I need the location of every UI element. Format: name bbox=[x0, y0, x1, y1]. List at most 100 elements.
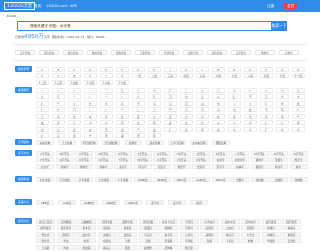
category-item[interactable]: 苏轼 bbox=[138, 238, 158, 243]
category-item[interactable]: 风 bbox=[148, 120, 161, 125]
category-label[interactable]: 汉字大全 bbox=[15, 150, 32, 156]
category-item[interactable]: 罒 bbox=[132, 126, 145, 132]
category-item[interactable]: 弋 bbox=[132, 100, 145, 106]
nav-link-app[interactable]: APP bbox=[70, 4, 77, 8]
category-item[interactable]: A bbox=[36, 66, 49, 72]
category-item[interactable]: 怀古诗 bbox=[36, 231, 55, 237]
category-item[interactable]: D bbox=[84, 66, 97, 72]
category-item[interactable]: ABAB式 bbox=[102, 199, 120, 205]
category-item[interactable]: K字开头 bbox=[211, 150, 230, 156]
category-item[interactable]: 龙 bbox=[68, 126, 81, 132]
category-item[interactable]: 陆游 bbox=[200, 238, 219, 243]
category-item[interactable]: G bbox=[132, 66, 145, 72]
category-item[interactable]: AAB式 bbox=[58, 199, 76, 205]
category-item[interactable]: 五字成语 bbox=[55, 176, 74, 182]
category-item[interactable]: M字开头 bbox=[250, 150, 269, 156]
category-label[interactable]: 拼音字母 bbox=[15, 66, 32, 72]
category-item[interactable]: 五画 bbox=[196, 73, 209, 78]
category-label[interactable]: 汉字结构 bbox=[15, 139, 32, 145]
category-item[interactable]: 刀 bbox=[164, 94, 177, 99]
category-item[interactable]: 王昌龄 bbox=[36, 244, 55, 250]
category-item[interactable]: 常用字 bbox=[211, 157, 230, 162]
category-item[interactable]: 木 bbox=[52, 113, 65, 119]
category-item[interactable]: 户 bbox=[244, 120, 257, 125]
category-item[interactable]: 目 bbox=[100, 126, 113, 132]
category-item[interactable]: 爱国诗 bbox=[138, 225, 158, 230]
category-label[interactable]: 诗词大全 bbox=[15, 218, 32, 224]
category-item[interactable]: 亠 bbox=[68, 94, 81, 99]
category-item[interactable]: 爪 bbox=[84, 120, 97, 125]
category-item[interactable]: 立 bbox=[276, 126, 289, 132]
category-item[interactable]: G字开头 bbox=[153, 150, 171, 156]
category-item[interactable]: 皮 bbox=[68, 133, 81, 138]
category-item[interactable]: 半包围结构 bbox=[80, 139, 98, 145]
search-button[interactable]: 搜索一下 bbox=[271, 21, 287, 31]
category-item[interactable]: A字开头 bbox=[36, 150, 54, 156]
top-tag[interactable]: 结构查询 bbox=[111, 50, 131, 55]
category-item[interactable]: 瓦 bbox=[132, 113, 145, 119]
category-item[interactable]: 元宵诗 bbox=[179, 231, 199, 237]
category-item[interactable]: 卜 bbox=[196, 87, 209, 93]
category-item[interactable]: 讠 bbox=[116, 94, 129, 99]
category-item[interactable]: E字开头 bbox=[114, 150, 132, 156]
category-item[interactable]: 二画 bbox=[148, 73, 161, 78]
category-item[interactable]: R字开头 bbox=[75, 157, 93, 162]
category-item[interactable]: 车 bbox=[84, 113, 97, 119]
category-item[interactable]: H bbox=[148, 66, 161, 72]
category-item[interactable]: 古汉字 bbox=[36, 163, 54, 169]
category-item[interactable]: 通用字 bbox=[250, 157, 269, 162]
category-item[interactable]: 屮 bbox=[228, 107, 241, 112]
category-item[interactable]: AABB式 bbox=[133, 176, 152, 182]
category-item[interactable]: 元曲精选 bbox=[77, 218, 96, 224]
category-item[interactable]: 李白 bbox=[56, 238, 76, 243]
category-item[interactable]: 丨 bbox=[52, 87, 65, 93]
category-item[interactable]: 辶 bbox=[132, 107, 145, 112]
category-item[interactable]: 忄 bbox=[100, 107, 113, 112]
category-item[interactable]: 含数字 bbox=[231, 176, 249, 182]
category-item[interactable]: 厶 bbox=[212, 94, 225, 99]
category-item[interactable]: 月 bbox=[116, 120, 129, 125]
category-item[interactable]: P字开头 bbox=[36, 157, 54, 162]
category-item[interactable]: Z bbox=[116, 73, 129, 78]
category-item[interactable]: D字开头 bbox=[94, 150, 113, 156]
category-item[interactable]: 女 bbox=[244, 107, 257, 112]
category-item[interactable]: 文 bbox=[180, 120, 193, 125]
category-item[interactable]: 乐府诗集 bbox=[138, 218, 158, 224]
category-item[interactable]: 耒 bbox=[116, 133, 129, 138]
category-item[interactable]: 廴 bbox=[228, 94, 241, 99]
category-item[interactable]: B字开头 bbox=[55, 150, 74, 156]
category-item[interactable]: 三画 bbox=[164, 73, 177, 78]
category-item[interactable]: 左中右结构 bbox=[190, 139, 208, 145]
category-item[interactable]: L bbox=[196, 66, 209, 72]
category-item[interactable]: 止 bbox=[148, 113, 161, 119]
category-item[interactable]: 简体字 bbox=[94, 163, 113, 169]
category-item[interactable]: 手 bbox=[260, 113, 273, 119]
category-item[interactable]: 清明诗 bbox=[200, 231, 219, 237]
category-item[interactable]: 杨万里 bbox=[179, 244, 199, 250]
category-item[interactable]: 王维 bbox=[118, 238, 137, 243]
category-item[interactable]: 刘禹锡 bbox=[77, 244, 96, 250]
member-button[interactable]: 会员 bbox=[284, 3, 298, 9]
category-item[interactable]: 象形字 bbox=[172, 163, 191, 169]
category-item[interactable]: 多音字 bbox=[114, 163, 132, 169]
category-item[interactable]: X字开头 bbox=[153, 157, 171, 162]
category-item[interactable]: 囗 bbox=[180, 100, 193, 106]
category-item[interactable]: 形近字 bbox=[153, 163, 171, 169]
top-tag[interactable]: 仓颉查询 bbox=[159, 50, 179, 55]
category-item[interactable]: 描写冬天 bbox=[56, 225, 76, 230]
category-item[interactable]: 指事字 bbox=[231, 163, 249, 169]
top-tag[interactable]: 异体字 bbox=[279, 50, 299, 55]
category-item[interactable]: Y bbox=[100, 73, 113, 78]
category-item[interactable]: 唐诗三百首 bbox=[36, 218, 55, 224]
category-item[interactable]: 片 bbox=[52, 120, 65, 125]
category-item[interactable]: 斗 bbox=[228, 120, 241, 125]
category-item[interactable]: N字开头 bbox=[270, 150, 288, 156]
category-item[interactable]: 毛 bbox=[276, 113, 289, 119]
category-item[interactable]: 欧阳修 bbox=[138, 244, 158, 250]
category-item[interactable]: F bbox=[116, 66, 129, 72]
register-link[interactable]: 注册 bbox=[264, 3, 277, 9]
category-item[interactable]: 千家诗 bbox=[179, 218, 199, 224]
category-item[interactable]: 十七画 bbox=[116, 79, 129, 85]
category-item[interactable]: 勹 bbox=[276, 87, 289, 93]
category-item[interactable]: 氵 bbox=[84, 107, 97, 112]
